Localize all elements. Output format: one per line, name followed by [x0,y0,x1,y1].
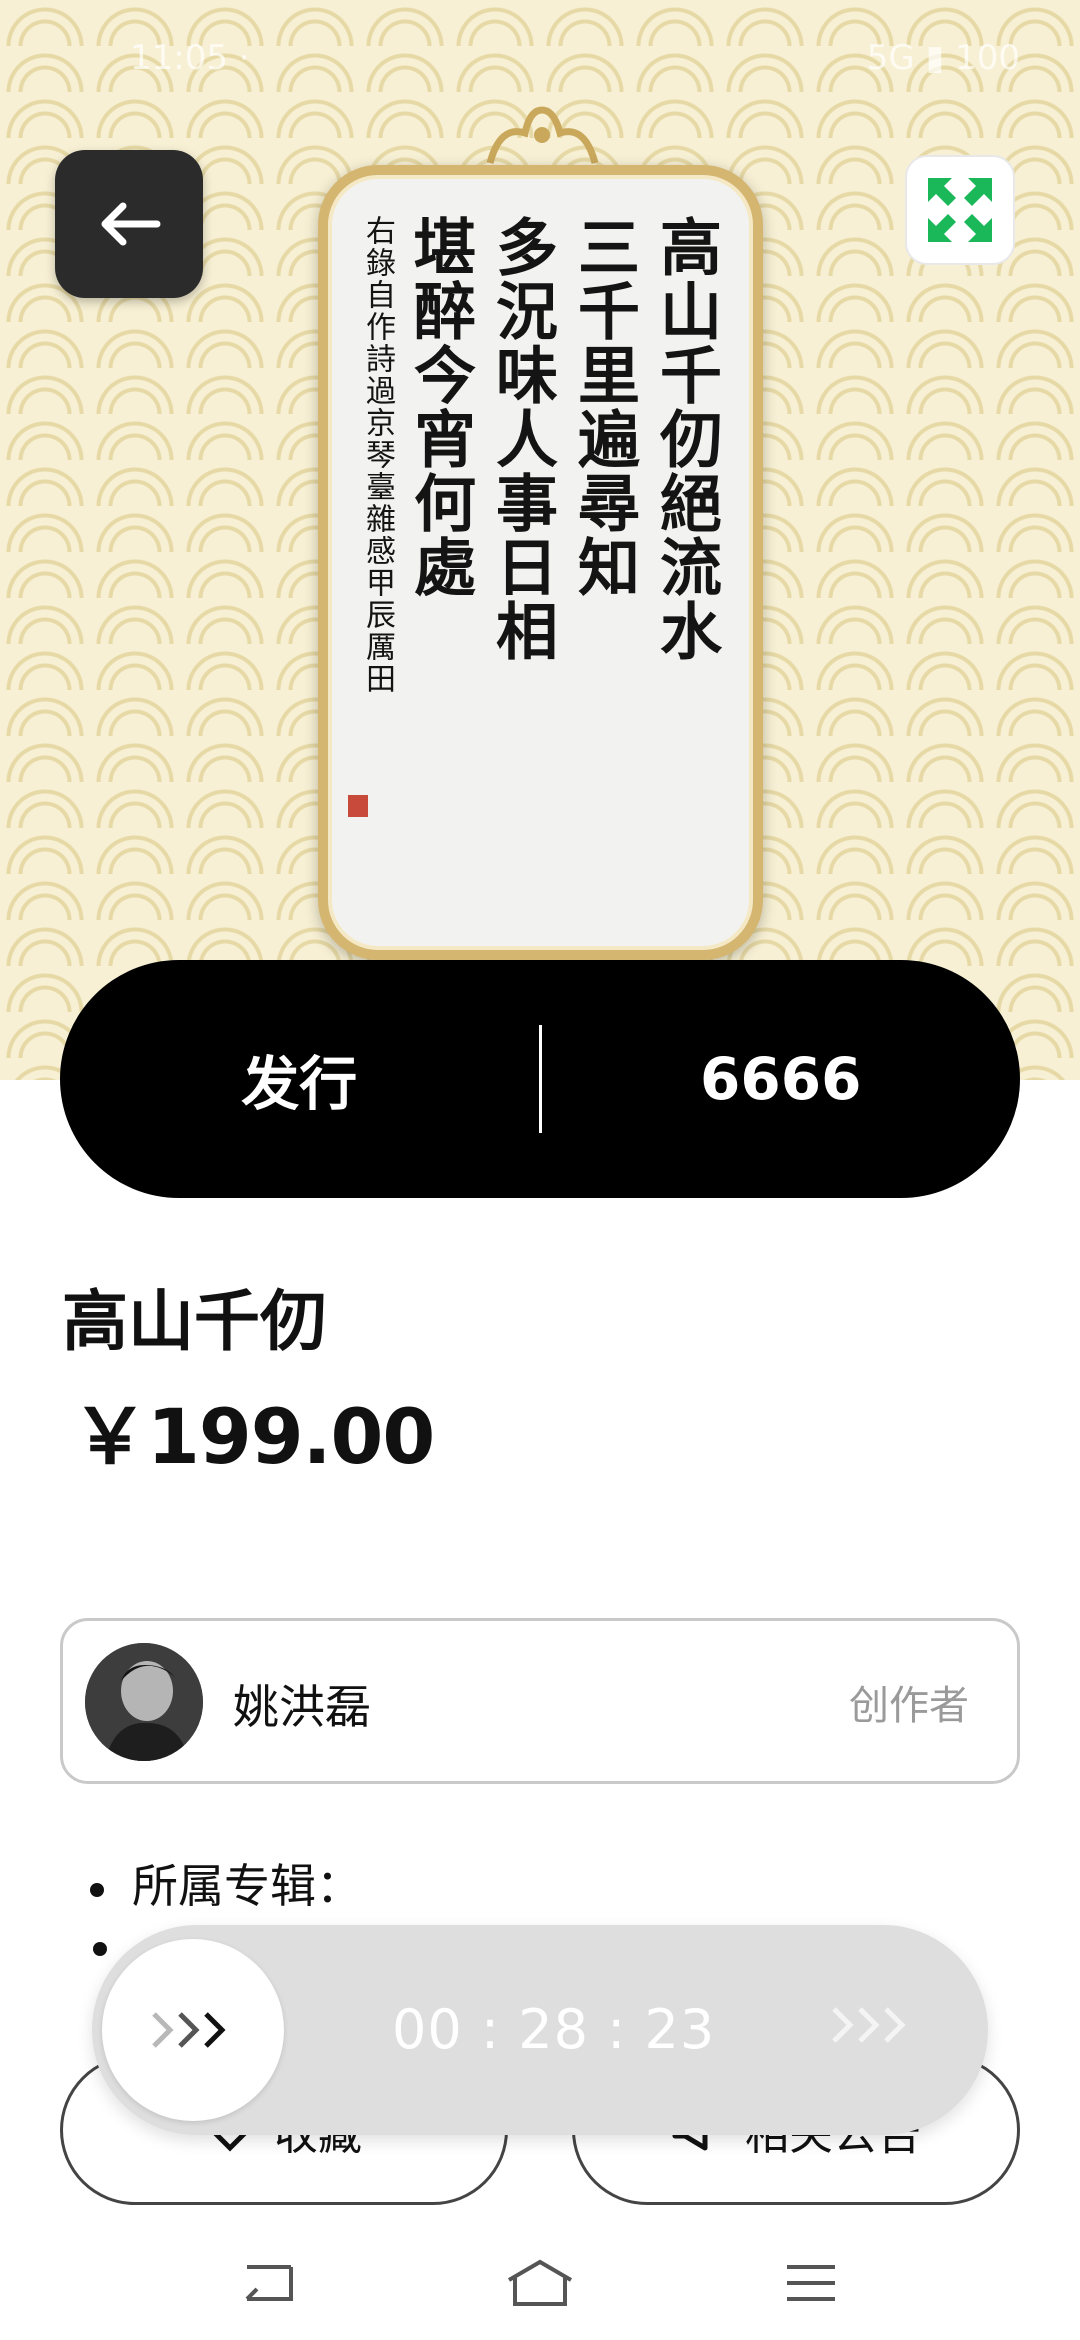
issue-label: 发行 [241,1050,358,1118]
countdown-slider[interactable]: 00 : 28 : 23 [92,1925,988,2135]
issue-count: 6666 [700,1045,862,1113]
expand-icon [928,178,992,242]
calligraphy-text: 高山千仞絕流水 三千里遍尋知 多況味人事日相 堪醉今宵何處 右錄自作詩過京琴臺雜… [351,215,723,935]
arrow-left-icon [101,202,161,246]
status-bar: 11:05 · 5G ▮ 100 [0,30,1080,90]
creator-role-label: 创作者 [849,1683,969,1729]
creator-card[interactable]: 姚洪磊 创作者 [60,1618,1020,1784]
product-price: ￥199.00 [72,1392,435,1481]
status-indicators: 5G ▮ 100 [866,38,1020,78]
frame-ornament [486,106,599,164]
system-nav-bar [0,2240,1080,2340]
hero-artwork-area: 11:05 · 5G ▮ 100 高山千仞絕流水 三千里遍尋知 多況味人事日相 … [0,0,1080,1080]
menu-icon [787,2265,835,2301]
nav-home-button[interactable] [505,2248,575,2318]
nav-menu-button[interactable] [776,2248,846,2318]
seal-stamp [348,795,368,817]
avatar [85,1643,203,1761]
chevrons-right-icon [152,2012,226,2048]
issue-info-bar: 发行 6666 [60,960,1020,1198]
status-time: 11:05 · [130,38,250,78]
product-title: 高山千仞 [62,1283,326,1360]
countdown-time: 00 : 28 : 23 [392,1998,716,2061]
home-icon [507,2259,573,2306]
fullscreen-button[interactable] [905,155,1015,265]
calligraphy-inscription: 右錄自作詩過京琴臺雜感甲辰厲田 [360,215,395,695]
calligraphy-column: 多況味人事日相 [485,215,558,663]
bullet-icon [93,1942,107,1956]
nav-back-button[interactable] [234,2248,304,2318]
calligraphy-column: 三千里遍尋知 [567,215,640,599]
slider-handle[interactable] [102,1939,284,2121]
back-button[interactable] [55,150,203,298]
bullet-icon [90,1882,104,1897]
creator-name: 姚洪磊 [233,1680,371,1734]
artwork-image[interactable]: 高山千仞絕流水 三千里遍尋知 多況味人事日相 堪醉今宵何處 右錄自作詩過京琴臺雜… [318,165,763,960]
calligraphy-column: 高山千仞絕流水 [649,215,722,663]
chevrons-right-icon [832,2007,906,2043]
back-nav-icon [245,2265,293,2301]
album-row: 所属专辑： [90,1850,362,1916]
calligraphy-column: 堪醉今宵何處 [403,215,476,599]
album-label: 所属专辑： [132,1859,362,1913]
